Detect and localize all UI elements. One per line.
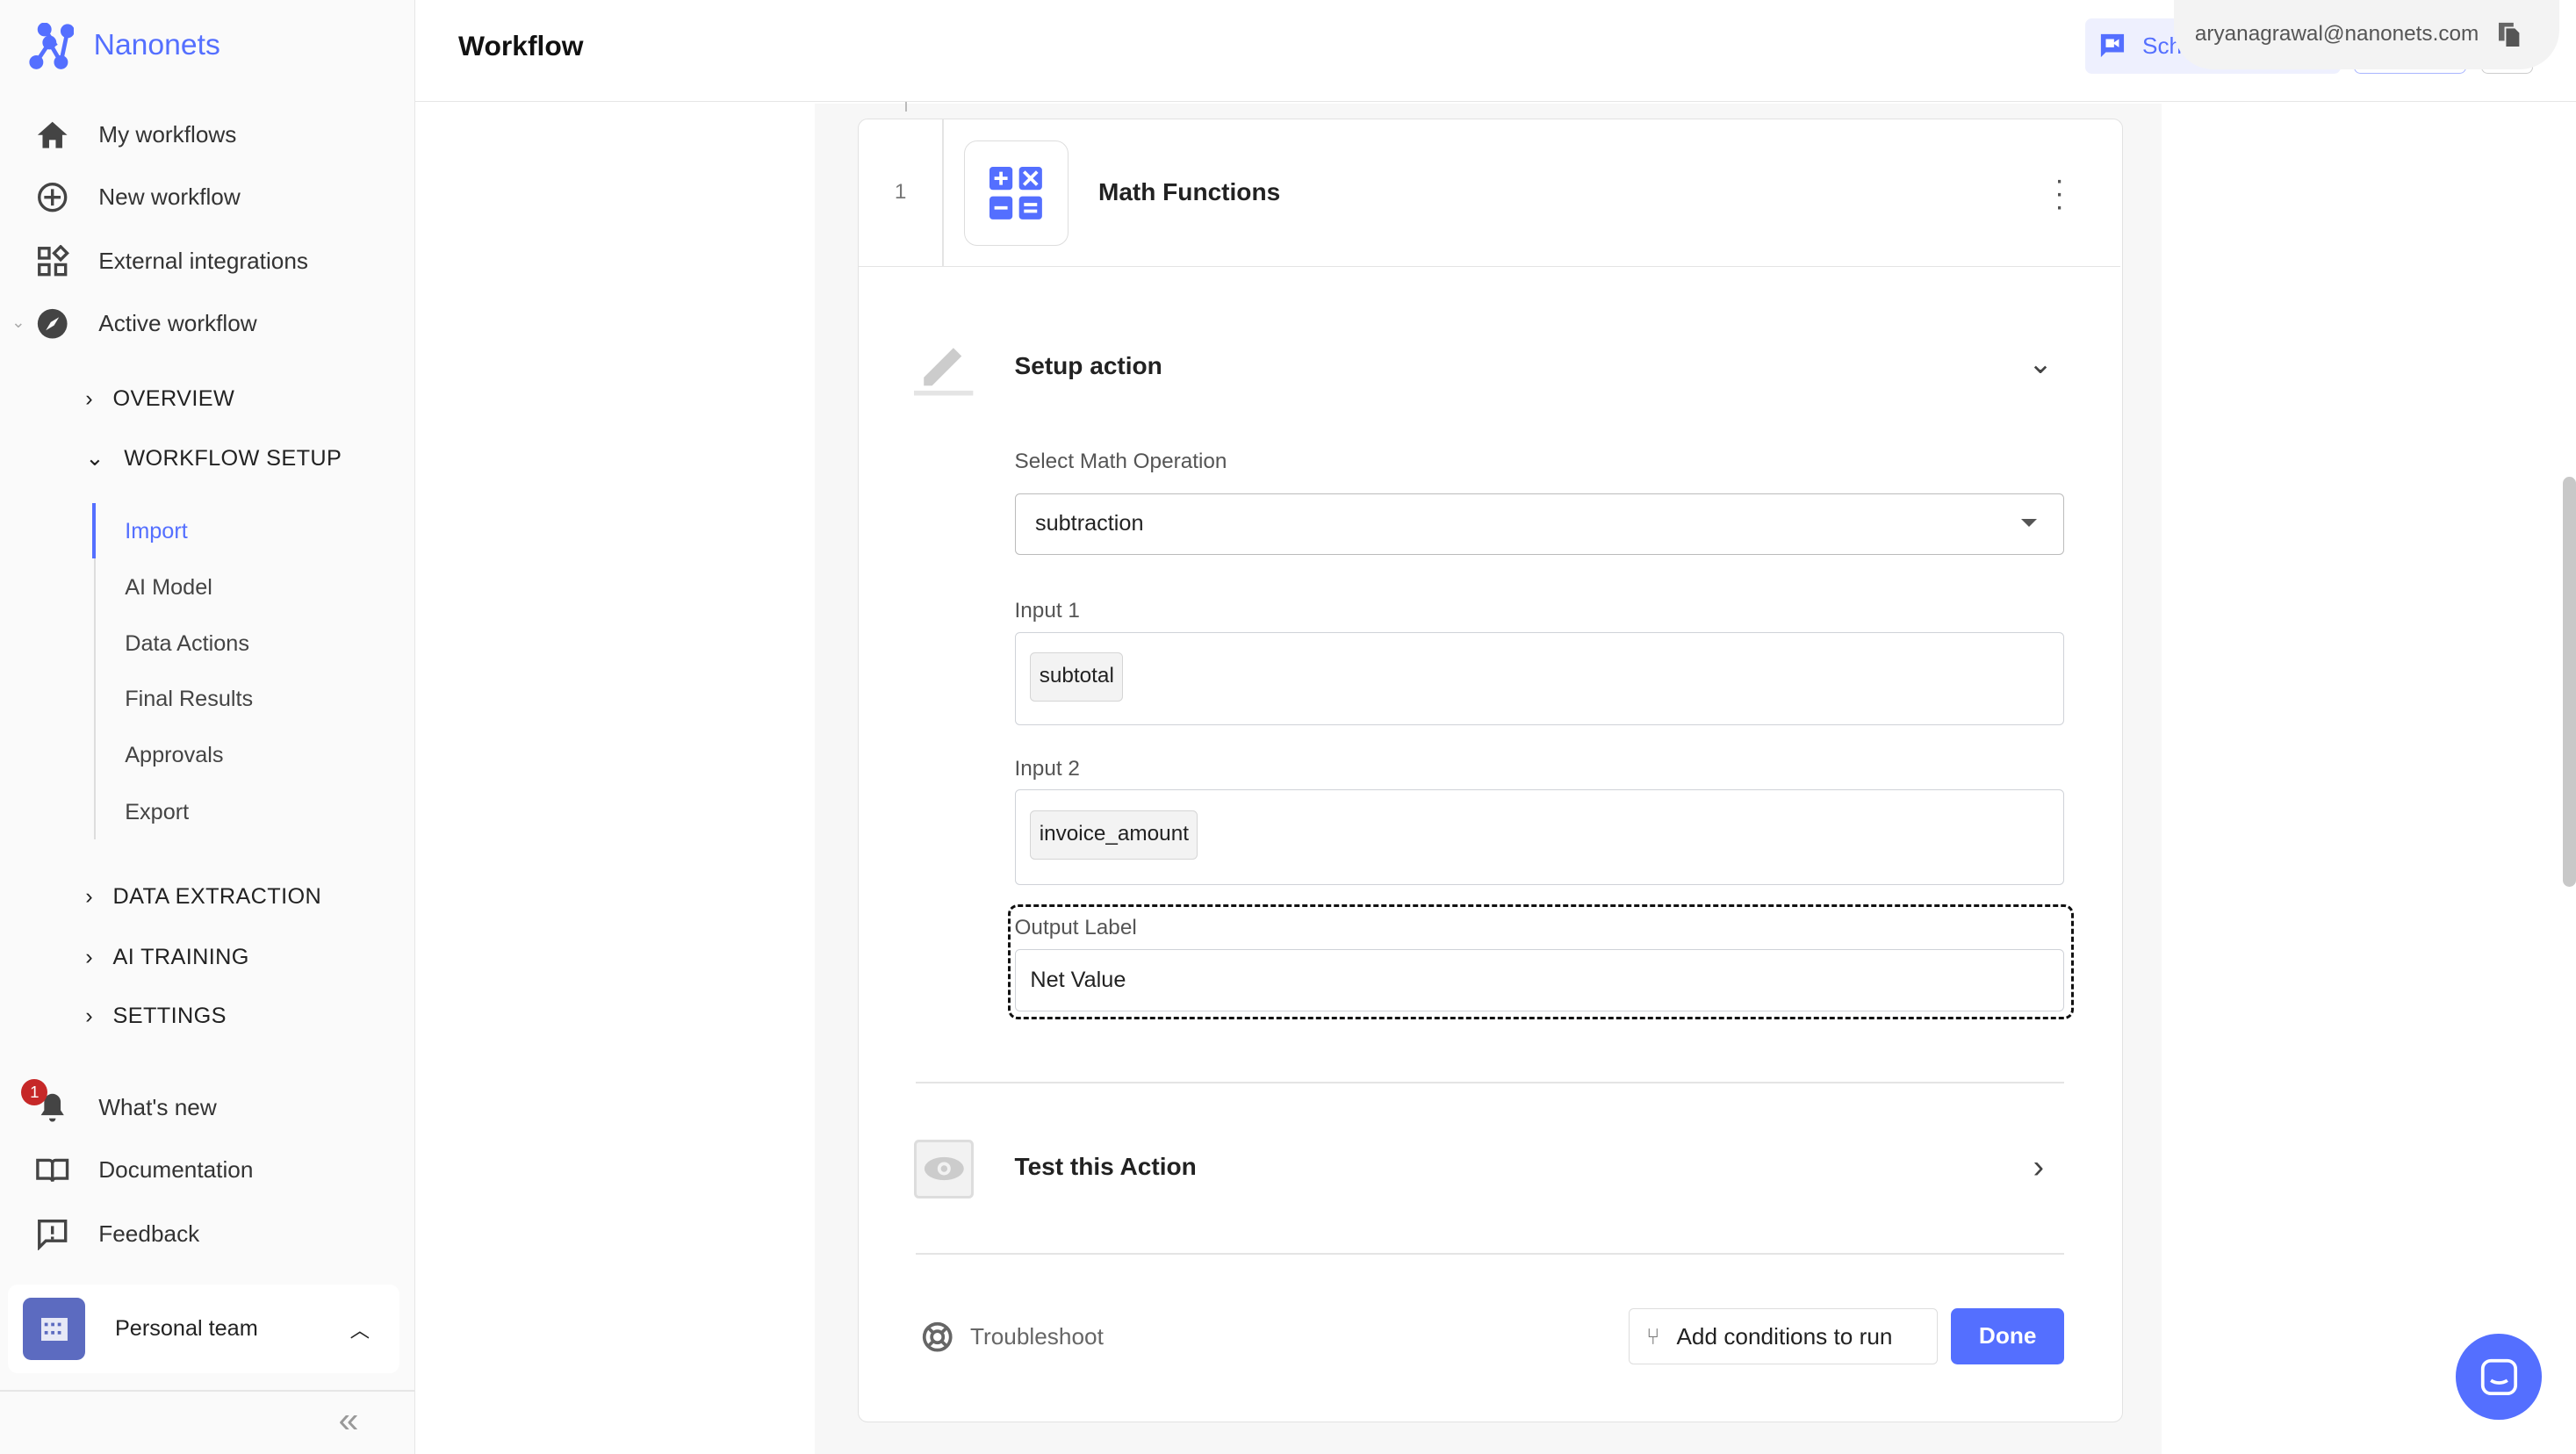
nav-label: What's new (98, 1093, 217, 1120)
operation-value: subtraction (1034, 511, 1144, 536)
section-label: AI TRAINING (112, 944, 249, 969)
output-label-input[interactable]: Net Value (1014, 948, 2065, 1011)
input2-field[interactable]: invoice_amount (1014, 789, 2065, 885)
divider (0, 1390, 416, 1392)
more-options-icon[interactable]: · · · (2051, 166, 2068, 222)
chevron-right-icon: › (85, 1004, 94, 1029)
chevron-right-icon: › (85, 883, 94, 909)
brand-name: Nanonets (93, 29, 220, 62)
operation-select[interactable]: subtraction (1014, 493, 2065, 555)
section-label: OVERVIEW (112, 385, 235, 411)
add-conditions-label: Add conditions to run (1676, 1322, 1893, 1350)
variable-chip[interactable]: subtotal (1030, 651, 1124, 702)
nav-active-workflow[interactable]: Active workflow (36, 307, 257, 340)
calculator-icon (963, 140, 1069, 246)
section-label: DATA EXTRACTION (112, 883, 322, 909)
plus-circle-icon (38, 182, 68, 212)
connector-line (905, 102, 907, 112)
nav-label: Feedback (98, 1220, 200, 1247)
chevron-right-icon: › (85, 385, 94, 411)
nav-label: Active workflow (98, 310, 257, 337)
step-number: 1 (894, 179, 907, 204)
add-conditions-button[interactable]: ⑂ Add conditions to run (1629, 1308, 1939, 1365)
input2-label: Input 2 (1014, 756, 1080, 781)
divider (916, 1252, 2065, 1255)
nav-external-integrations[interactable]: External integrations (36, 244, 308, 277)
team-switcher[interactable]: Personal team ︿ (8, 1285, 399, 1374)
sidebar: Nanonets My workflows New workflow Exter… (0, 0, 416, 1454)
active-indicator (91, 502, 96, 559)
brand-logo[interactable]: Nanonets (28, 23, 220, 69)
chat-icon (2480, 1358, 2517, 1395)
divider (942, 119, 945, 268)
section-data-extraction[interactable]: › DATA EXTRACTION (85, 884, 321, 910)
divider (916, 1082, 2065, 1084)
collapse-chevron-icon[interactable]: ⌄ (2028, 346, 2053, 381)
variable-chip[interactable]: invoice_amount (1030, 810, 1198, 860)
page-title: Workflow (458, 29, 584, 61)
scrollbar[interactable] (2563, 476, 2576, 888)
done-button[interactable]: Done (1951, 1308, 2065, 1365)
collapse-sidebar-icon[interactable]: « (338, 1400, 358, 1441)
setup-item-data-actions[interactable]: Data Actions (125, 631, 249, 657)
team-name: Personal team (114, 1316, 258, 1342)
nav-documentation[interactable]: Documentation (36, 1154, 253, 1186)
nav-label: New workflow (98, 184, 241, 211)
email-tooltip: aryanagrawal@nanonets.com (2173, 0, 2560, 69)
nav-whats-new[interactable]: What's new (36, 1090, 217, 1123)
action-title: Math Functions (1097, 178, 1281, 206)
building-icon (23, 1298, 86, 1361)
test-action-title: Test this Action (1014, 1152, 1197, 1180)
action-card: 1 Math Functions · · · Setup action ⌄ Sele… (857, 118, 2123, 1423)
setup-item-import[interactable]: Import (125, 519, 188, 544)
user-email: aryanagrawal@nanonets.com (2194, 22, 2479, 47)
setup-item-approvals[interactable]: Approvals (125, 743, 223, 768)
video-chat-icon (2101, 34, 2125, 58)
output-label: Output Label (1014, 916, 1137, 940)
section-settings[interactable]: › SETTINGS (85, 1004, 227, 1029)
copy-icon[interactable] (2498, 21, 2522, 48)
compass-icon (38, 308, 68, 339)
input1-field[interactable]: subtotal (1014, 631, 2065, 726)
fork-icon: ⑂ (1646, 1322, 1660, 1350)
section-ai-training[interactable]: › AI TRAINING (85, 945, 248, 970)
setup-item-ai-model[interactable]: AI Model (125, 575, 212, 601)
header: Workflow Sch aryanagrawal@nanonets.com (415, 0, 2576, 102)
input1-label: Input 1 (1014, 599, 1080, 623)
setup-action-title: Setup action (1014, 352, 1162, 380)
nav-label: My workflows (98, 120, 237, 148)
nav-label: External integrations (98, 248, 308, 274)
chevron-up-icon: ︿ (349, 1319, 371, 1342)
chevron-down-icon: ⌄ (85, 446, 104, 471)
chat-launcher-button[interactable] (2456, 1334, 2542, 1420)
troubleshoot-link[interactable]: Troubleshoot (921, 1321, 1104, 1353)
widgets-icon (38, 244, 69, 277)
chevron-right-icon: › (85, 944, 94, 969)
section-label: SETTINGS (112, 1004, 227, 1029)
nav-feedback[interactable]: Feedback (36, 1218, 199, 1250)
section-overview[interactable]: › OVERVIEW (85, 386, 234, 412)
setup-item-export[interactable]: Export (125, 800, 189, 825)
pencil-icon (914, 347, 974, 396)
expand-chevron-icon[interactable]: › (2033, 1148, 2044, 1185)
book-icon (36, 1158, 69, 1182)
section-workflow-setup[interactable]: ⌄ WORKFLOW SETUP (85, 445, 342, 471)
dropdown-arrow-icon (2021, 519, 2038, 528)
operation-label: Select Math Operation (1014, 449, 1227, 473)
setup-item-final-results[interactable]: Final Results (125, 687, 253, 712)
nav-my-workflows[interactable]: My workflows (36, 119, 236, 151)
lifebuoy-icon (922, 1321, 953, 1352)
section-label: WORKFLOW SETUP (124, 445, 342, 471)
troubleshoot-label: Troubleshoot (969, 1322, 1104, 1350)
feedback-icon (38, 1219, 68, 1250)
nanonets-logo-icon (29, 23, 75, 69)
card-header: 1 Math Functions · · · (858, 119, 2120, 268)
eye-icon (914, 1139, 974, 1199)
chevron-down-icon[interactable]: ⌄ (11, 313, 25, 332)
nav-new-workflow[interactable]: New workflow (36, 181, 241, 213)
output-value: Net Value (1030, 968, 1126, 993)
nav-label: Documentation (98, 1155, 254, 1183)
home-icon (38, 121, 68, 148)
